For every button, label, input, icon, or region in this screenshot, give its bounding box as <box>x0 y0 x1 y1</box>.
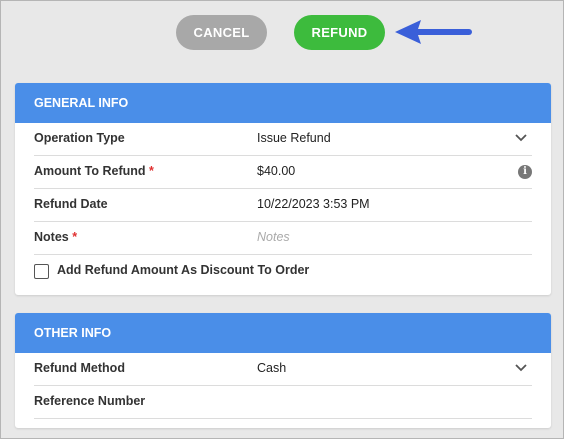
refund-dialog: CANCEL REFUND GENERAL INFO Operation Typ… <box>0 0 564 439</box>
chevron-down-icon[interactable] <box>514 133 528 143</box>
add-discount-label[interactable]: Add Refund Amount As Discount To Order <box>57 263 309 277</box>
amount-to-refund-row: Amount To Refund * $40.00 i <box>34 156 532 189</box>
chevron-down-icon[interactable] <box>514 363 528 373</box>
cancel-button[interactable]: CANCEL <box>176 15 267 50</box>
info-icon[interactable]: i <box>518 165 532 179</box>
operation-type-select[interactable]: Issue Refund <box>257 131 331 145</box>
operation-type-label: Operation Type <box>34 131 125 145</box>
refund-button[interactable]: REFUND <box>294 15 385 50</box>
action-bar: CANCEL REFUND <box>1 1 564 71</box>
refund-method-select[interactable]: Cash <box>257 361 286 375</box>
other-info-header: OTHER INFO <box>15 313 551 353</box>
reference-number-label: Reference Number <box>34 394 146 408</box>
refund-date-field[interactable]: 10/22/2023 3:53 PM <box>257 197 370 211</box>
refund-method-label: Refund Method <box>34 361 125 375</box>
refund-date-label: Refund Date <box>34 197 108 211</box>
general-info-header: GENERAL INFO <box>15 83 551 123</box>
add-discount-row[interactable]: Add Refund Amount As Discount To Order <box>34 255 532 289</box>
refund-date-row: Refund Date 10/22/2023 3:53 PM <box>34 189 532 222</box>
amount-to-refund-label: Amount To Refund * <box>34 164 154 178</box>
notes-label: Notes * <box>34 230 78 244</box>
notes-input[interactable]: Notes <box>257 230 290 244</box>
required-marker: * <box>72 230 78 244</box>
refund-method-row[interactable]: Refund Method Cash <box>34 353 532 386</box>
notes-row: Notes * Notes <box>34 222 532 255</box>
other-info-card: OTHER INFO Refund Method Cash Reference … <box>15 313 551 428</box>
pointer-arrow-icon <box>395 20 472 44</box>
operation-type-row[interactable]: Operation Type Issue Refund <box>34 123 532 156</box>
general-info-card: GENERAL INFO Operation Type Issue Refund… <box>15 83 551 295</box>
amount-to-refund-field[interactable]: $40.00 <box>257 164 295 178</box>
add-discount-checkbox[interactable] <box>34 264 49 279</box>
reference-number-row: Reference Number <box>34 386 532 419</box>
required-marker: * <box>149 164 154 178</box>
